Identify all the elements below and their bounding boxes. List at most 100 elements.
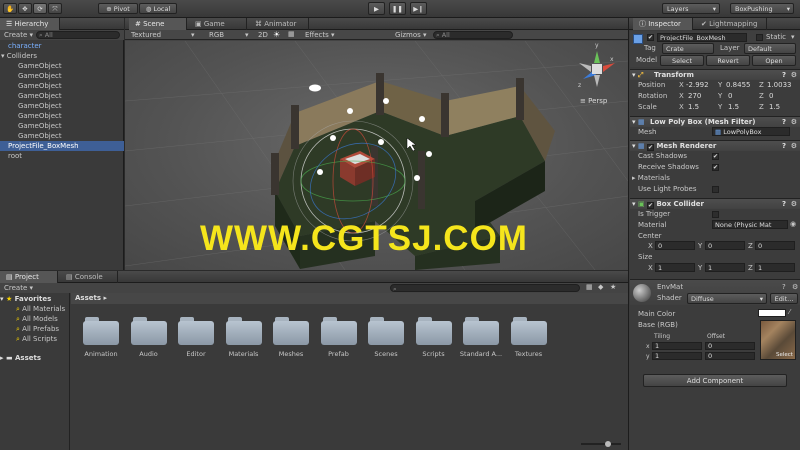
favorite-item[interactable]: ⌕ All Scripts [0,334,70,344]
asset-folder[interactable]: Materials [225,315,274,375]
filter-type-icon[interactable]: ▦ [586,283,593,291]
eyedropper-icon[interactable]: ⁄ [789,308,790,316]
position-x-field[interactable]: -2.992 [686,81,709,89]
asset-folder[interactable]: Standard A... [460,315,511,375]
move-tool-button[interactable]: ✥ [18,3,32,14]
orientation-gizmo[interactable]: y x z [577,42,617,89]
center-z-field[interactable]: 0 [755,241,795,250]
model-open-button[interactable]: Open [752,55,796,66]
materials-foldout[interactable]: ▸ Materials [632,174,670,182]
texture-select-button[interactable]: Select [776,352,793,358]
favorite-star-icon[interactable]: ★ [610,283,616,291]
asset-folder[interactable]: Animation [83,315,131,375]
mesh-renderer-header[interactable]: ▾ ▦ ✔ Mesh Renderer ? ⚙ [630,140,800,151]
layers-dropdown[interactable]: Layers ▾ [662,3,720,14]
play-button[interactable]: ▶ [368,2,385,15]
tab-hierarchy[interactable]: ☰ Hierarchy [0,18,60,30]
gear-icon[interactable]: ⚙ [791,70,797,81]
asset-folder[interactable]: Audio [130,315,179,375]
hierarchy-item[interactable]: ProjectFile_BoxMesh [0,141,124,151]
rotation-y-field[interactable]: 0 [728,92,732,100]
hand-tool-button[interactable]: ✋ [3,3,17,14]
shader-dropdown[interactable]: Diffuse ▾ [687,293,767,304]
tab-project[interactable]: ▤ Project [0,271,58,283]
center-y-field[interactable]: 0 [705,241,745,250]
gizmos-dropdown[interactable]: Gizmos ▾ [395,31,427,39]
collider-material-field[interactable]: None (Physic Mat [712,220,788,229]
help-icon[interactable]: ? [782,70,786,81]
tiling-x-field[interactable]: 1 [652,342,702,350]
pause-button[interactable]: ❚❚ [389,2,406,15]
scene-viewport[interactable]: y x z ≡ Persp WWW.CGTSJ.COM [125,41,628,270]
offset-x-field[interactable]: 0 [705,342,755,350]
2d-toggle[interactable]: 2D [258,31,268,39]
mesh-filter-header[interactable]: ▾ ▦ Low Poly Box (Mesh Filter) ? ⚙ [630,116,800,127]
layout-dropdown[interactable]: BoxPushing ▾ [730,3,794,14]
object-name-input[interactable]: ProjectFile_BoxMesh [657,33,747,42]
shader-edit-button[interactable]: Edit... [770,293,798,304]
picker-icon[interactable]: ◉ [790,220,796,228]
favorite-item[interactable]: ⌕ All Models [0,314,70,324]
asset-folder[interactable]: Scenes [368,315,416,375]
position-z-field[interactable]: 1.0033 [767,81,792,89]
gear-icon[interactable]: ⚙ [791,141,797,152]
scale-x-field[interactable]: 1.5 [688,103,699,111]
assets-root[interactable]: ▸ ▬ Assets [0,353,69,363]
slider-thumb[interactable] [605,441,611,447]
tab-lightmapping[interactable]: ✔ Lightmapping [695,18,767,30]
scene-search-input[interactable]: ⌕ All [433,31,513,39]
favorite-item[interactable]: ⌕ All Materials [0,304,70,314]
tab-console[interactable]: ▤ Console [60,271,118,283]
asset-folder[interactable]: Prefab [320,315,369,375]
size-x-field[interactable]: 1 [655,263,695,272]
rotation-x-field[interactable]: 270 [688,92,701,100]
asset-folder[interactable]: Textures [510,315,559,375]
hierarchy-create-dropdown[interactable]: Create ▾ [4,31,33,39]
model-revert-button[interactable]: Revert [706,55,750,66]
position-y-field[interactable]: 0.8455 [726,81,751,89]
tab-animator[interactable]: ⌘ Animator [249,18,309,30]
audio-toggle-icon[interactable]: ▦ [288,30,295,38]
model-select-button[interactable]: Select [660,55,704,66]
help-icon[interactable]: ? [782,199,786,210]
base-texture-thumbnail[interactable]: Select [760,320,796,360]
transform-header[interactable]: ▾ ⤢ Transform ? ⚙ [630,69,800,80]
mesh-object-field[interactable]: ▦ LowPolyBox [712,127,790,136]
lighting-toggle-icon[interactable]: ☀ [273,30,280,39]
center-x-field[interactable]: 0 [655,241,695,250]
scale-z-field[interactable]: 1.5 [769,103,780,111]
hierarchy-item[interactable]: GameObject [0,61,124,71]
tab-game[interactable]: ▣ Game [189,18,247,30]
render-mode-dropdown[interactable]: Textured [131,31,161,39]
help-icon[interactable]: ? [782,141,786,152]
project-search-input[interactable]: ⌕ [390,284,580,292]
tab-inspector[interactable]: ⓘ Inspector [633,18,693,30]
box-collider-checkbox[interactable]: ✔ [647,202,655,209]
static-checkbox[interactable] [756,34,763,41]
gear-icon[interactable]: ⚙ [791,117,797,128]
cast-shadows-checkbox[interactable]: ✔ [712,153,719,160]
icon-size-slider[interactable] [581,441,621,447]
use-light-probes-checkbox[interactable] [712,186,719,193]
hierarchy-item[interactable]: GameObject [0,131,124,141]
tiling-y-field[interactable]: 1 [652,352,702,360]
asset-folder[interactable]: Editor [178,315,226,375]
receive-shadows-checkbox[interactable]: ✔ [712,164,719,171]
favorites-header[interactable]: ▾ ★ Favorites [0,294,69,304]
favorite-item[interactable]: ⌕ All Prefabs [0,324,70,334]
size-y-field[interactable]: 1 [705,263,745,272]
rotate-tool-button[interactable]: ⟳ [33,3,47,14]
add-component-button[interactable]: Add Component [643,374,787,387]
help-icon[interactable]: ? [782,283,786,291]
filter-label-icon[interactable]: ◆ [598,283,603,291]
gear-icon[interactable]: ⚙ [792,283,798,291]
asset-folder[interactable]: Meshes [273,315,321,375]
tag-dropdown[interactable]: Crate [662,43,714,54]
tab-scene[interactable]: # Scene [129,18,187,30]
hierarchy-item[interactable]: GameObject [0,101,124,111]
hierarchy-item[interactable]: root [0,151,124,161]
step-button[interactable]: ▶❙ [410,2,427,15]
asset-folder[interactable]: Scripts [415,315,464,375]
assets-breadcrumb[interactable]: Assets ▸ [71,293,628,304]
mesh-renderer-checkbox[interactable]: ✔ [647,144,655,151]
